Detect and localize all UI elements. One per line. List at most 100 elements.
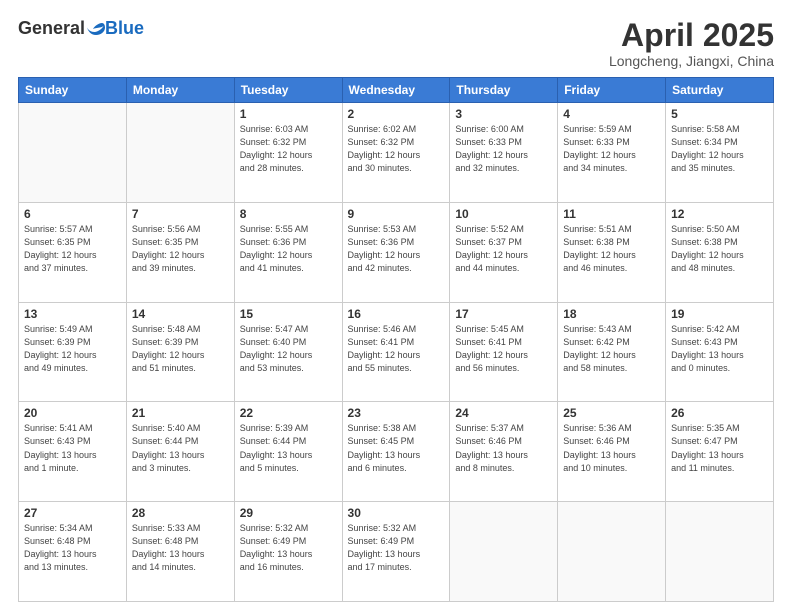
day-of-week-sunday: Sunday xyxy=(19,78,127,103)
day-info: Sunrise: 5:56 AM Sunset: 6:35 PM Dayligh… xyxy=(132,223,229,275)
day-info: Sunrise: 5:41 AM Sunset: 6:43 PM Dayligh… xyxy=(24,422,121,474)
day-info: Sunrise: 5:45 AM Sunset: 6:41 PM Dayligh… xyxy=(455,323,552,375)
calendar-cell: 4Sunrise: 5:59 AM Sunset: 6:33 PM Daylig… xyxy=(558,103,666,203)
calendar-table: SundayMondayTuesdayWednesdayThursdayFrid… xyxy=(18,77,774,602)
day-number: 30 xyxy=(348,506,445,520)
day-info: Sunrise: 5:58 AM Sunset: 6:34 PM Dayligh… xyxy=(671,123,768,175)
day-number: 19 xyxy=(671,307,768,321)
day-info: Sunrise: 5:39 AM Sunset: 6:44 PM Dayligh… xyxy=(240,422,337,474)
day-info: Sunrise: 5:36 AM Sunset: 6:46 PM Dayligh… xyxy=(563,422,660,474)
day-of-week-monday: Monday xyxy=(126,78,234,103)
calendar-cell: 30 Sunrise: 5:32 AM Sunset: 6:49 PM Dayli… xyxy=(342,502,450,602)
week-row-4: 20 Sunrise: 5:41 AM Sunset: 6:43 PM Dayli… xyxy=(19,402,774,502)
day-number: 12 xyxy=(671,207,768,221)
day-number: 11 xyxy=(563,207,660,221)
day-info: Sunrise: 5:55 AM Sunset: 6:36 PM Dayligh… xyxy=(240,223,337,275)
calendar-cell: 28 Sunrise: 5:33 AM Sunset: 6:48 PM Dayli… xyxy=(126,502,234,602)
day-number: 29 xyxy=(240,506,337,520)
day-info: Sunrise: 5:48 AM Sunset: 6:39 PM Dayligh… xyxy=(132,323,229,375)
day-number: 21 xyxy=(132,406,229,420)
day-number: 3 xyxy=(455,107,552,121)
day-info: Sunrise: 5:37 AM Sunset: 6:46 PM Dayligh… xyxy=(455,422,552,474)
day-info: Sunrise: 5:32 AM Sunset: 6:49 PM Dayligh… xyxy=(240,522,337,574)
day-number: 17 xyxy=(455,307,552,321)
calendar-cell: 17 Sunrise: 5:45 AM Sunset: 6:41 PM Dayli… xyxy=(450,302,558,402)
day-info: Sunrise: 5:43 AM Sunset: 6:42 PM Dayligh… xyxy=(563,323,660,375)
week-row-1: 1Sunrise: 6:03 AM Sunset: 6:32 PM Daylig… xyxy=(19,103,774,203)
day-of-week-wednesday: Wednesday xyxy=(342,78,450,103)
calendar-cell: 9Sunrise: 5:53 AM Sunset: 6:36 PM Daylig… xyxy=(342,202,450,302)
day-header-row: SundayMondayTuesdayWednesdayThursdayFrid… xyxy=(19,78,774,103)
day-info: Sunrise: 5:59 AM Sunset: 6:33 PM Dayligh… xyxy=(563,123,660,175)
day-number: 13 xyxy=(24,307,121,321)
day-number: 15 xyxy=(240,307,337,321)
calendar-cell: 18Sunrise: 5:43 AM Sunset: 6:42 PM Dayli… xyxy=(558,302,666,402)
calendar-cell: 25 Sunrise: 5:36 AM Sunset: 6:46 PM Dayli… xyxy=(558,402,666,502)
day-info: Sunrise: 6:02 AM Sunset: 6:32 PM Dayligh… xyxy=(348,123,445,175)
location: Longcheng, Jiangxi, China xyxy=(609,53,774,69)
day-info: Sunrise: 5:40 AM Sunset: 6:44 PM Dayligh… xyxy=(132,422,229,474)
calendar-cell xyxy=(558,502,666,602)
day-number: 2 xyxy=(348,107,445,121)
logo-blue-text: Blue xyxy=(105,18,144,39)
day-info: Sunrise: 5:51 AM Sunset: 6:38 PM Dayligh… xyxy=(563,223,660,275)
calendar-cell: 5 Sunrise: 5:58 AM Sunset: 6:34 PM Daylig… xyxy=(666,103,774,203)
day-number: 10 xyxy=(455,207,552,221)
day-info: Sunrise: 5:34 AM Sunset: 6:48 PM Dayligh… xyxy=(24,522,121,574)
logo: General Blue xyxy=(18,18,144,39)
calendar-cell: 21 Sunrise: 5:40 AM Sunset: 6:44 PM Dayli… xyxy=(126,402,234,502)
day-of-week-saturday: Saturday xyxy=(666,78,774,103)
calendar-cell: 16 Sunrise: 5:46 AM Sunset: 6:41 PM Dayli… xyxy=(342,302,450,402)
calendar-cell: 2 Sunrise: 6:02 AM Sunset: 6:32 PM Daylig… xyxy=(342,103,450,203)
day-number: 27 xyxy=(24,506,121,520)
day-of-week-thursday: Thursday xyxy=(450,78,558,103)
day-number: 1 xyxy=(240,107,337,121)
calendar-cell: 12 Sunrise: 5:50 AM Sunset: 6:38 PM Dayli… xyxy=(666,202,774,302)
calendar-cell: 15 Sunrise: 5:47 AM Sunset: 6:40 PM Dayli… xyxy=(234,302,342,402)
page: General Blue April 2025 Longcheng, Jiang… xyxy=(0,0,792,612)
day-number: 24 xyxy=(455,406,552,420)
day-number: 6 xyxy=(24,207,121,221)
day-number: 7 xyxy=(132,207,229,221)
calendar-cell xyxy=(666,502,774,602)
logo-bird-icon xyxy=(87,20,105,38)
month-title: April 2025 xyxy=(609,18,774,53)
day-info: Sunrise: 5:57 AM Sunset: 6:35 PM Dayligh… xyxy=(24,223,121,275)
calendar-cell: 24 Sunrise: 5:37 AM Sunset: 6:46 PM Dayli… xyxy=(450,402,558,502)
calendar-cell: 13 Sunrise: 5:49 AM Sunset: 6:39 PM Dayli… xyxy=(19,302,127,402)
calendar-cell: 10 Sunrise: 5:52 AM Sunset: 6:37 PM Dayli… xyxy=(450,202,558,302)
day-of-week-friday: Friday xyxy=(558,78,666,103)
calendar-cell: 7 Sunrise: 5:56 AM Sunset: 6:35 PM Daylig… xyxy=(126,202,234,302)
calendar-cell xyxy=(19,103,127,203)
day-info: Sunrise: 5:46 AM Sunset: 6:41 PM Dayligh… xyxy=(348,323,445,375)
day-info: Sunrise: 5:50 AM Sunset: 6:38 PM Dayligh… xyxy=(671,223,768,275)
day-info: Sunrise: 6:00 AM Sunset: 6:33 PM Dayligh… xyxy=(455,123,552,175)
calendar-cell: 19 Sunrise: 5:42 AM Sunset: 6:43 PM Dayli… xyxy=(666,302,774,402)
calendar-cell: 26Sunrise: 5:35 AM Sunset: 6:47 PM Dayli… xyxy=(666,402,774,502)
calendar-cell: 20 Sunrise: 5:41 AM Sunset: 6:43 PM Dayli… xyxy=(19,402,127,502)
day-number: 8 xyxy=(240,207,337,221)
day-number: 5 xyxy=(671,107,768,121)
calendar-cell: 11 Sunrise: 5:51 AM Sunset: 6:38 PM Dayli… xyxy=(558,202,666,302)
day-info: Sunrise: 5:52 AM Sunset: 6:37 PM Dayligh… xyxy=(455,223,552,275)
day-number: 16 xyxy=(348,307,445,321)
day-number: 20 xyxy=(24,406,121,420)
calendar-cell: 14Sunrise: 5:48 AM Sunset: 6:39 PM Dayli… xyxy=(126,302,234,402)
calendar-cell: 8 Sunrise: 5:55 AM Sunset: 6:36 PM Daylig… xyxy=(234,202,342,302)
week-row-3: 13 Sunrise: 5:49 AM Sunset: 6:39 PM Dayli… xyxy=(19,302,774,402)
day-of-week-tuesday: Tuesday xyxy=(234,78,342,103)
day-info: Sunrise: 5:38 AM Sunset: 6:45 PM Dayligh… xyxy=(348,422,445,474)
calendar-cell: 1Sunrise: 6:03 AM Sunset: 6:32 PM Daylig… xyxy=(234,103,342,203)
calendar-cell xyxy=(126,103,234,203)
day-info: Sunrise: 5:42 AM Sunset: 6:43 PM Dayligh… xyxy=(671,323,768,375)
calendar-cell: 23 Sunrise: 5:38 AM Sunset: 6:45 PM Dayli… xyxy=(342,402,450,502)
day-info: Sunrise: 5:49 AM Sunset: 6:39 PM Dayligh… xyxy=(24,323,121,375)
day-info: Sunrise: 5:33 AM Sunset: 6:48 PM Dayligh… xyxy=(132,522,229,574)
day-info: Sunrise: 5:32 AM Sunset: 6:49 PM Dayligh… xyxy=(348,522,445,574)
day-number: 23 xyxy=(348,406,445,420)
calendar-cell: 27 Sunrise: 5:34 AM Sunset: 6:48 PM Dayli… xyxy=(19,502,127,602)
header: General Blue April 2025 Longcheng, Jiang… xyxy=(18,18,774,69)
day-info: Sunrise: 5:47 AM Sunset: 6:40 PM Dayligh… xyxy=(240,323,337,375)
day-number: 25 xyxy=(563,406,660,420)
day-number: 28 xyxy=(132,506,229,520)
